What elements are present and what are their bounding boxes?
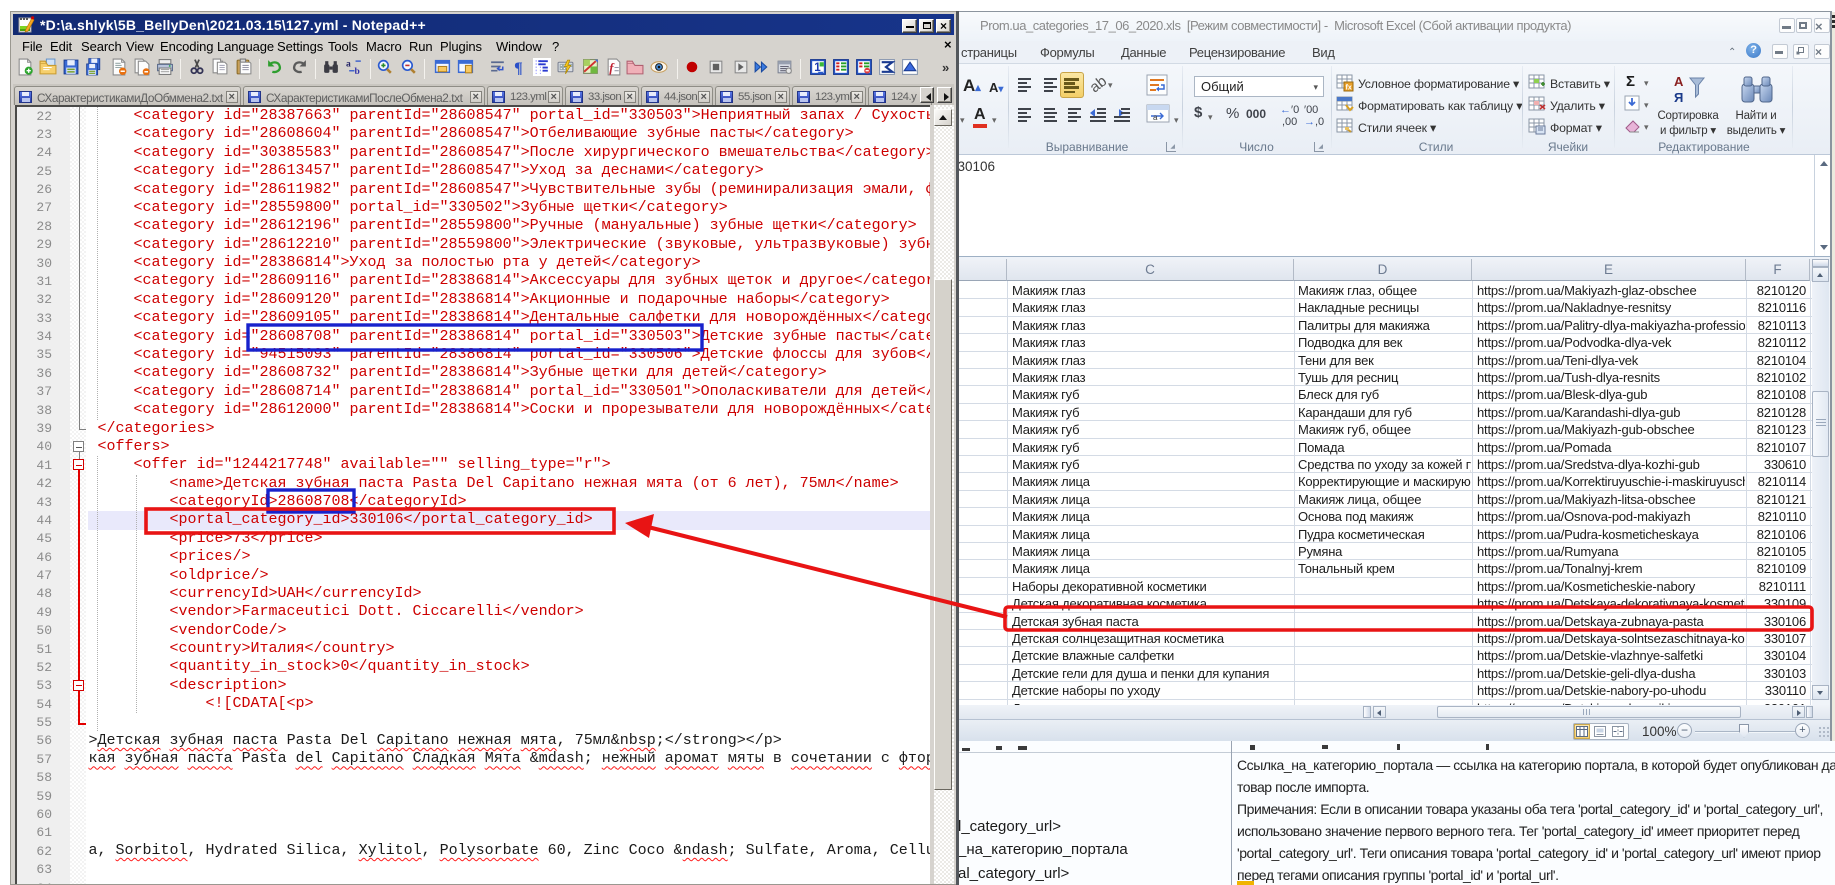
- svg-text:¶: ¶: [514, 60, 523, 76]
- svg-text:Я: Я: [1674, 90, 1683, 105]
- svg-text:fx: fx: [1346, 85, 1352, 92]
- svg-text:b: b: [354, 67, 359, 76]
- svg-text:А: А: [1674, 74, 1684, 89]
- svg-text:a: a: [346, 59, 351, 69]
- svg-text:a: a: [1153, 113, 1158, 122]
